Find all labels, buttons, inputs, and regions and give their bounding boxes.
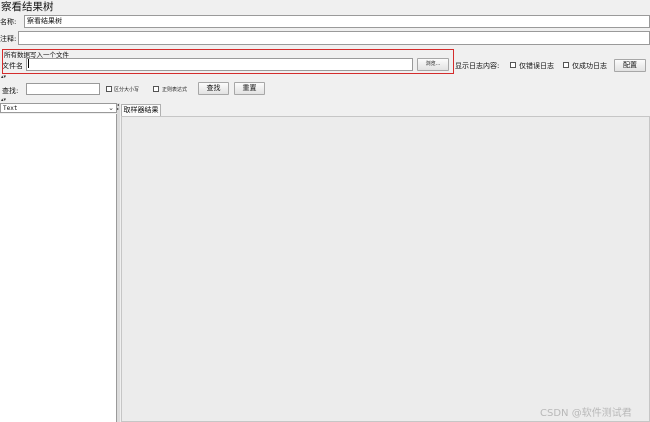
- log-display-label: 显示日志内容:: [455, 62, 500, 70]
- search-input[interactable]: [26, 83, 100, 95]
- watermark: CSDN @软件测试君: [540, 408, 632, 419]
- regex-checkbox[interactable]: [153, 86, 159, 92]
- regex-label: 正则表达式: [162, 87, 188, 93]
- configure-button[interactable]: 配置: [614, 59, 646, 72]
- highlight-box: [2, 49, 454, 74]
- errors-only-checkbox[interactable]: [510, 62, 516, 68]
- comment-label: 注释:: [0, 35, 17, 43]
- success-only-checkbox[interactable]: [563, 62, 569, 68]
- errors-only-label: 仅错误日志: [519, 62, 554, 70]
- reset-button[interactable]: 重置: [234, 82, 265, 95]
- collapse-arrows-icon[interactable]: ▴▾: [1, 74, 6, 80]
- splitter-arrows-icon: ◂ ▸: [117, 102, 120, 111]
- case-sensitive-checkbox[interactable]: [106, 86, 112, 92]
- comment-field[interactable]: [18, 31, 650, 45]
- case-sensitive-label: 区分大小写: [114, 87, 140, 93]
- renderer-select-value: Text: [3, 105, 18, 112]
- renderer-select[interactable]: Text ⌄: [0, 103, 117, 113]
- chevron-down-icon: ⌄: [108, 104, 114, 112]
- name-field[interactable]: 察看结果树: [24, 15, 650, 28]
- page-title: 察看结果树: [1, 1, 54, 13]
- splitter-handle[interactable]: ◂ ▸: [117, 103, 120, 422]
- results-tree-panel[interactable]: [0, 114, 117, 422]
- find-button[interactable]: 查找: [198, 82, 229, 95]
- search-label: 查找:: [2, 87, 19, 95]
- tab-sampler-result[interactable]: 取样器结果: [121, 104, 161, 116]
- name-label: 名称:: [0, 18, 17, 26]
- success-only-label: 仅成功日志: [572, 62, 607, 70]
- tab-content-panel: [121, 116, 650, 422]
